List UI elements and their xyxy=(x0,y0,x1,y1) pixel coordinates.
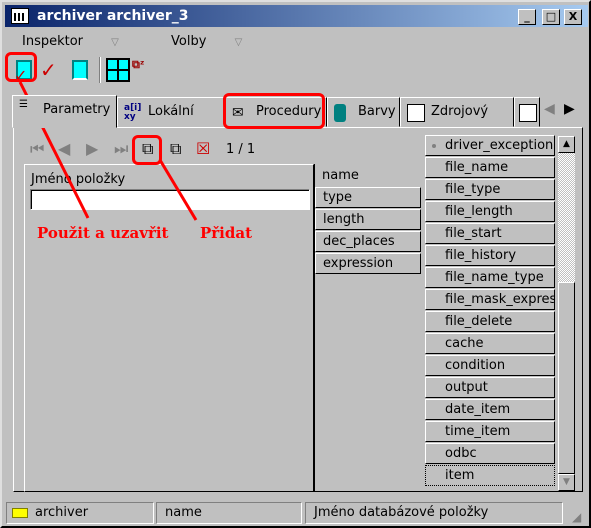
annotation-line-add xyxy=(158,159,198,221)
annotation-lines xyxy=(18,81,198,221)
list-icon: ☰ xyxy=(19,99,28,110)
annotation-add: Přidat xyxy=(200,224,253,242)
annotation-apply-close: Použit a uzavřit xyxy=(37,224,169,242)
annotation-box-add xyxy=(132,135,162,165)
annotation-box-apply xyxy=(5,52,37,82)
annotation-box-procedury xyxy=(223,93,325,129)
tab-parametry[interactable]: ☰ Parametry xyxy=(12,95,117,128)
